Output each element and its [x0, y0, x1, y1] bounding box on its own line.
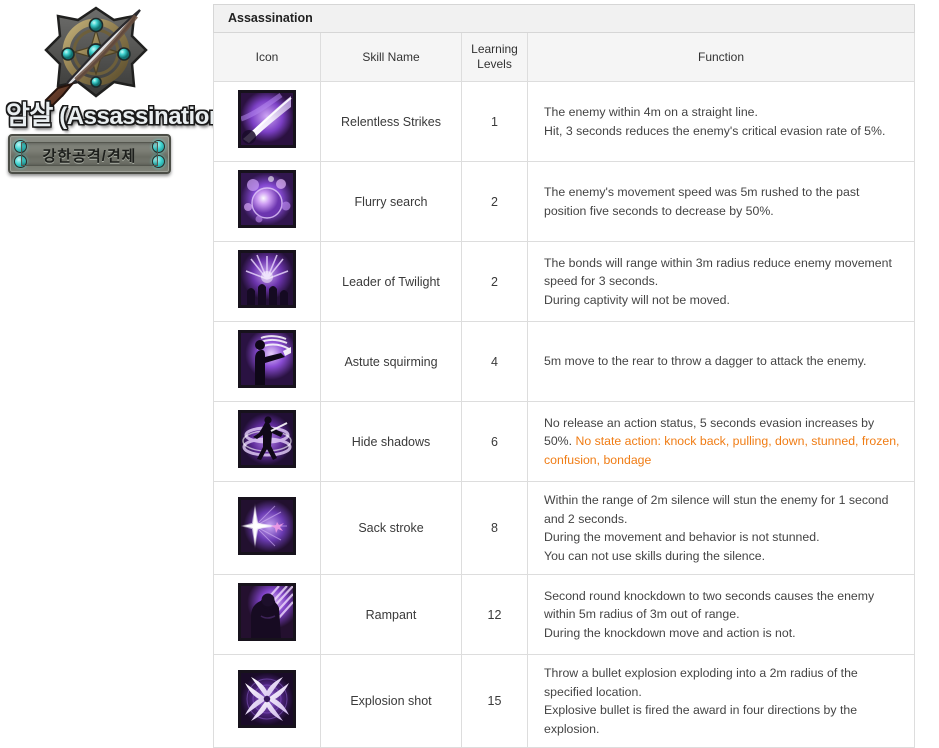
function-cell: Within the range of 2m silence will stun…: [526, 481, 916, 575]
function-cell: 5m move to the rear to throw a dagger to…: [526, 321, 916, 402]
function-cell: Second round knockdown to two seconds ca…: [526, 574, 916, 655]
skill-name-cell: Sack stroke: [320, 481, 462, 575]
sack-stroke-icon[interactable]: [238, 496, 296, 555]
function-line: 50%.: [544, 434, 576, 449]
function-line: The enemy's movement speed was 5m rushed…: [544, 185, 860, 199]
function-line: No release an action status, 5 seconds e…: [544, 415, 875, 430]
function-line: The enemy within 4m on a straight line.: [544, 105, 758, 119]
column-header-skill-name: Skill Name: [320, 32, 462, 82]
learning-level-cell: 4: [461, 321, 528, 402]
table-row: Rampant 12 Second round knockdown to two s…: [213, 574, 916, 655]
skill-icon-cell: [213, 321, 321, 402]
skill-name-cell: Hide shadows: [320, 401, 462, 482]
function-line: Second round knockdown to two seconds ca…: [544, 588, 875, 603]
skill-icon-cell: [213, 654, 321, 748]
function-line: within 5m radius of 3m out of range.: [544, 607, 740, 622]
function-line: You can not use skills during the silenc…: [544, 548, 766, 563]
function-cell: The enemy's movement speed was 5m rushed…: [526, 161, 916, 242]
class-emblem-panel: 암살 (Assassination) 강한공격/견제: [0, 0, 231, 200]
skill-name-cell: Relentless Strikes: [320, 81, 462, 162]
function-line: 5m move to the rear to throw a dagger to…: [544, 354, 867, 369]
skill-icon-cell: [213, 241, 321, 322]
skill-icon-cell: [213, 161, 321, 242]
table-row: Flurry search 2 The enemy's movement speed…: [213, 161, 916, 242]
function-cell: No release an action status, 5 seconds e…: [526, 401, 916, 482]
table-row: Leader of Twilight 2 The bonds will range …: [213, 241, 916, 322]
column-header-learning-levels-line1: Learning: [471, 42, 518, 56]
skill-icon-cell: [213, 481, 321, 575]
table-row: Astute squirming 4 5m move to the rear to …: [213, 321, 916, 402]
column-header-learning-levels-line2: Levels: [477, 57, 512, 71]
skill-icon-cell: [213, 401, 321, 482]
skill-name-cell: Rampant: [320, 574, 462, 655]
function-cell: The enemy within 4m on a straight line. H…: [526, 81, 916, 162]
function-cell: Throw a bullet explosion exploding into …: [526, 654, 916, 748]
skill-table-container: Assassination Icon Skill Name Learning L…: [212, 4, 916, 748]
table-head: Assassination Icon Skill Name Learning L…: [212, 4, 916, 82]
assassination-skill-table: Assassination Icon Skill Name Learning L…: [212, 4, 916, 748]
function-line: explosion.: [544, 721, 600, 736]
rampant-icon[interactable]: [238, 583, 296, 641]
table-row: Hide shadows 6 No release an action status…: [213, 401, 916, 482]
skill-name-cell: Astute squirming: [320, 321, 462, 402]
function-line: Explosive bullet is fired the award in f…: [544, 703, 858, 717]
function-line: Within the range of 2m silence will stun…: [544, 493, 889, 507]
table-row: Relentless Strikes 1 The enemy within 4m o…: [213, 81, 916, 162]
hide-shadows-icon[interactable]: [238, 410, 296, 468]
function-line: and 2 seconds.: [544, 511, 628, 526]
function-cell: The bonds will range within 3m radius re…: [526, 241, 916, 322]
function-line: specified location.: [544, 684, 642, 699]
function-line: speed for 3 seconds.: [544, 274, 659, 289]
table-row: Sack stroke 8 Within the range of 2m silen…: [213, 481, 916, 575]
skill-name-cell: Flurry search: [320, 161, 462, 242]
table-caption: Assassination: [212, 4, 916, 33]
relentless-strikes-icon[interactable]: [238, 90, 296, 148]
function-line: During the knockdown move and action is …: [544, 625, 796, 640]
skill-name-cell: Explosion shot: [320, 654, 462, 748]
function-line: During captivity will not be moved.: [544, 292, 730, 307]
column-header-learning-levels: Learning Levels: [461, 32, 528, 82]
function-line: position five seconds to decrease by 50%…: [544, 203, 774, 218]
skill-icon-cell: [213, 81, 321, 162]
table-row: Explosion shot 15 Throw a bullet explosion…: [213, 654, 916, 748]
function-line: Hit, 3 seconds reduces the enemy's criti…: [544, 123, 886, 138]
skill-name-cell: Leader of Twilight: [320, 241, 462, 322]
learning-level-cell: 2: [461, 161, 528, 242]
table-header-row: Icon Skill Name Learning Levels Function: [213, 32, 916, 82]
function-line: The bonds will range within 3m radius re…: [544, 255, 892, 270]
column-header-function: Function: [526, 32, 916, 82]
table-caption-row: Assassination: [212, 4, 916, 33]
explosion-shot-icon[interactable]: [238, 669, 296, 728]
role-plate: 강한공격/견제: [8, 134, 171, 174]
flurry-search-icon[interactable]: [238, 170, 296, 228]
table-body: Relentless Strikes 1 The enemy within 4m o…: [213, 81, 916, 748]
learning-level-cell: 1: [461, 81, 528, 162]
leader-of-twilight-icon[interactable]: [238, 250, 296, 308]
learning-level-cell: 12: [461, 574, 528, 655]
class-title-english: (Assassination): [59, 103, 231, 130]
learning-level-cell: 6: [461, 401, 528, 482]
class-title-korean: 암살: [6, 100, 53, 130]
learning-level-cell: 2: [461, 241, 528, 322]
skill-icon-cell: [213, 574, 321, 655]
function-line: Throw a bullet explosion exploding into …: [544, 666, 858, 680]
function-line: During the movement and behavior is not …: [544, 530, 820, 544]
function-line-highlight: No state action: knock back, pulling, do…: [544, 434, 900, 467]
learning-level-cell: 15: [461, 654, 528, 748]
astute-squirming-icon[interactable]: [238, 330, 296, 388]
role-plate-text: 강한공격/견제: [42, 148, 137, 165]
column-header-icon: Icon: [213, 32, 321, 82]
learning-level-cell: 8: [461, 481, 528, 575]
class-title: 암살 (Assassination): [6, 95, 231, 131]
